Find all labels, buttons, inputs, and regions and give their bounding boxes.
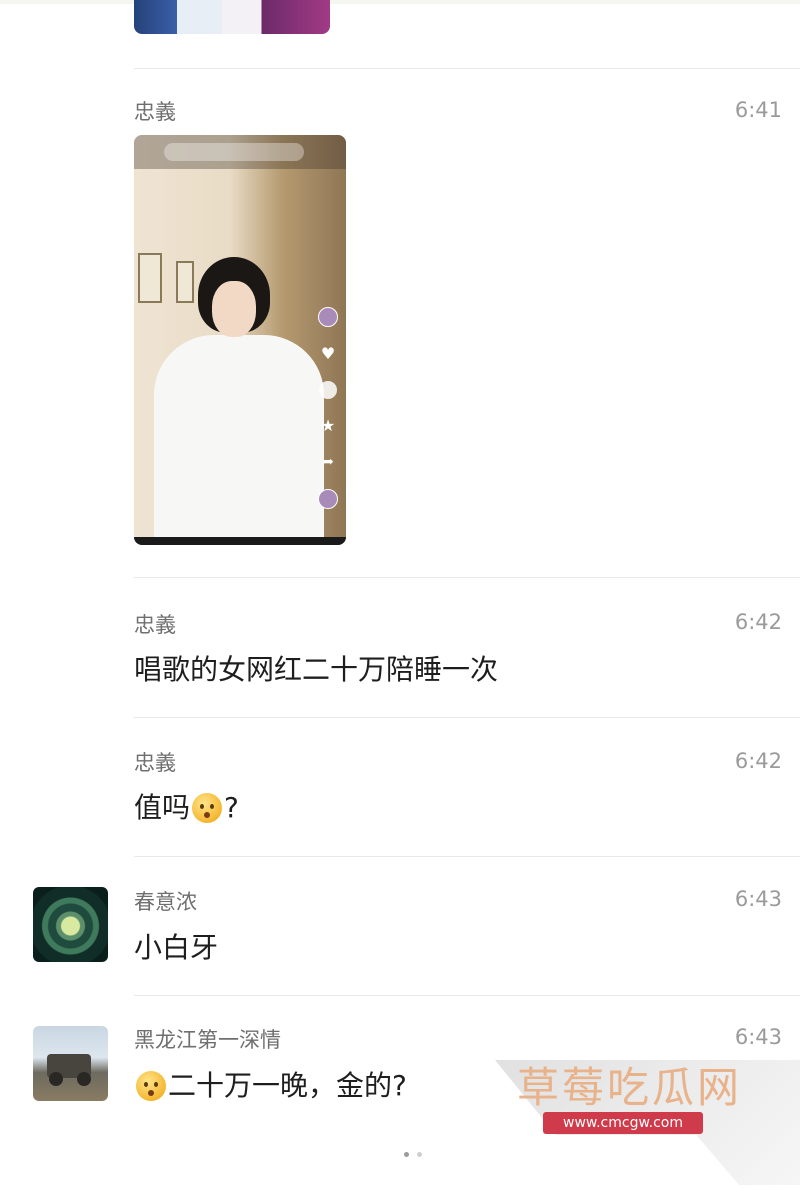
person-face [212, 281, 256, 337]
flushed-face-emoji-icon [136, 1071, 166, 1101]
comment-icon [319, 381, 337, 399]
watermark-title: 草莓吃瓜网 [517, 1063, 743, 1112]
page-dot [404, 1152, 409, 1157]
message-time: 6:43 [734, 887, 782, 911]
avatar[interactable] [33, 1026, 108, 1101]
video-search-field [164, 143, 304, 161]
wheel-shape [77, 1072, 91, 1086]
video-card[interactable]: ♥ ★ ➦ [134, 135, 346, 545]
person-shirt [154, 335, 324, 545]
message-text-before: 值吗 [134, 791, 191, 824]
share-icon: ➦ [322, 454, 334, 470]
message-time: 6:42 [734, 749, 782, 773]
message-time: 6:43 [734, 1025, 782, 1049]
message-body: 唱歌的女网红二十万陪睡一次 [134, 653, 499, 686]
wheel-shape [49, 1072, 63, 1086]
video-bottom-bar [134, 537, 346, 545]
sender-name[interactable]: 黑龙江第一深情 [134, 1024, 281, 1054]
video-action-bar: ♥ ★ ➦ [316, 307, 340, 509]
divider [134, 995, 800, 996]
avatar[interactable] [33, 887, 108, 962]
sender-name[interactable]: 春意浓 [134, 886, 197, 916]
wall-frame [138, 253, 162, 303]
watermark-url: www.cmcgw.com [543, 1112, 703, 1134]
creator-avatar [318, 307, 338, 327]
watermark: 草莓吃瓜网 www.cmcgw.com [495, 1060, 800, 1185]
sender-name[interactable]: 忠義 [134, 96, 176, 126]
divider [134, 856, 800, 857]
message-body: 小白牙 [134, 931, 219, 964]
message-body: 值吗? [134, 786, 239, 826]
astonished-face-emoji-icon [192, 793, 223, 823]
page-indicator [404, 1152, 422, 1157]
message-text: 二十万一晚，金的? [168, 1069, 407, 1102]
sender-name[interactable]: 忠義 [134, 609, 176, 639]
message-time: 6:41 [734, 98, 782, 122]
star-icon: ★ [320, 416, 336, 435]
message-text-after: ? [224, 791, 239, 824]
divider [134, 577, 800, 578]
page-dot [417, 1152, 422, 1157]
sender-name[interactable]: 忠義 [134, 747, 176, 777]
previous-image-thumbnail[interactable] [134, 0, 330, 34]
wall-frame [176, 261, 194, 303]
music-disc-icon [318, 489, 338, 509]
message-body: 二十万一晚，金的? [134, 1064, 407, 1104]
divider [134, 717, 800, 718]
divider [134, 68, 800, 69]
message-time: 6:42 [734, 610, 782, 634]
top-strip [0, 0, 800, 4]
heart-icon: ♥ [320, 344, 336, 363]
